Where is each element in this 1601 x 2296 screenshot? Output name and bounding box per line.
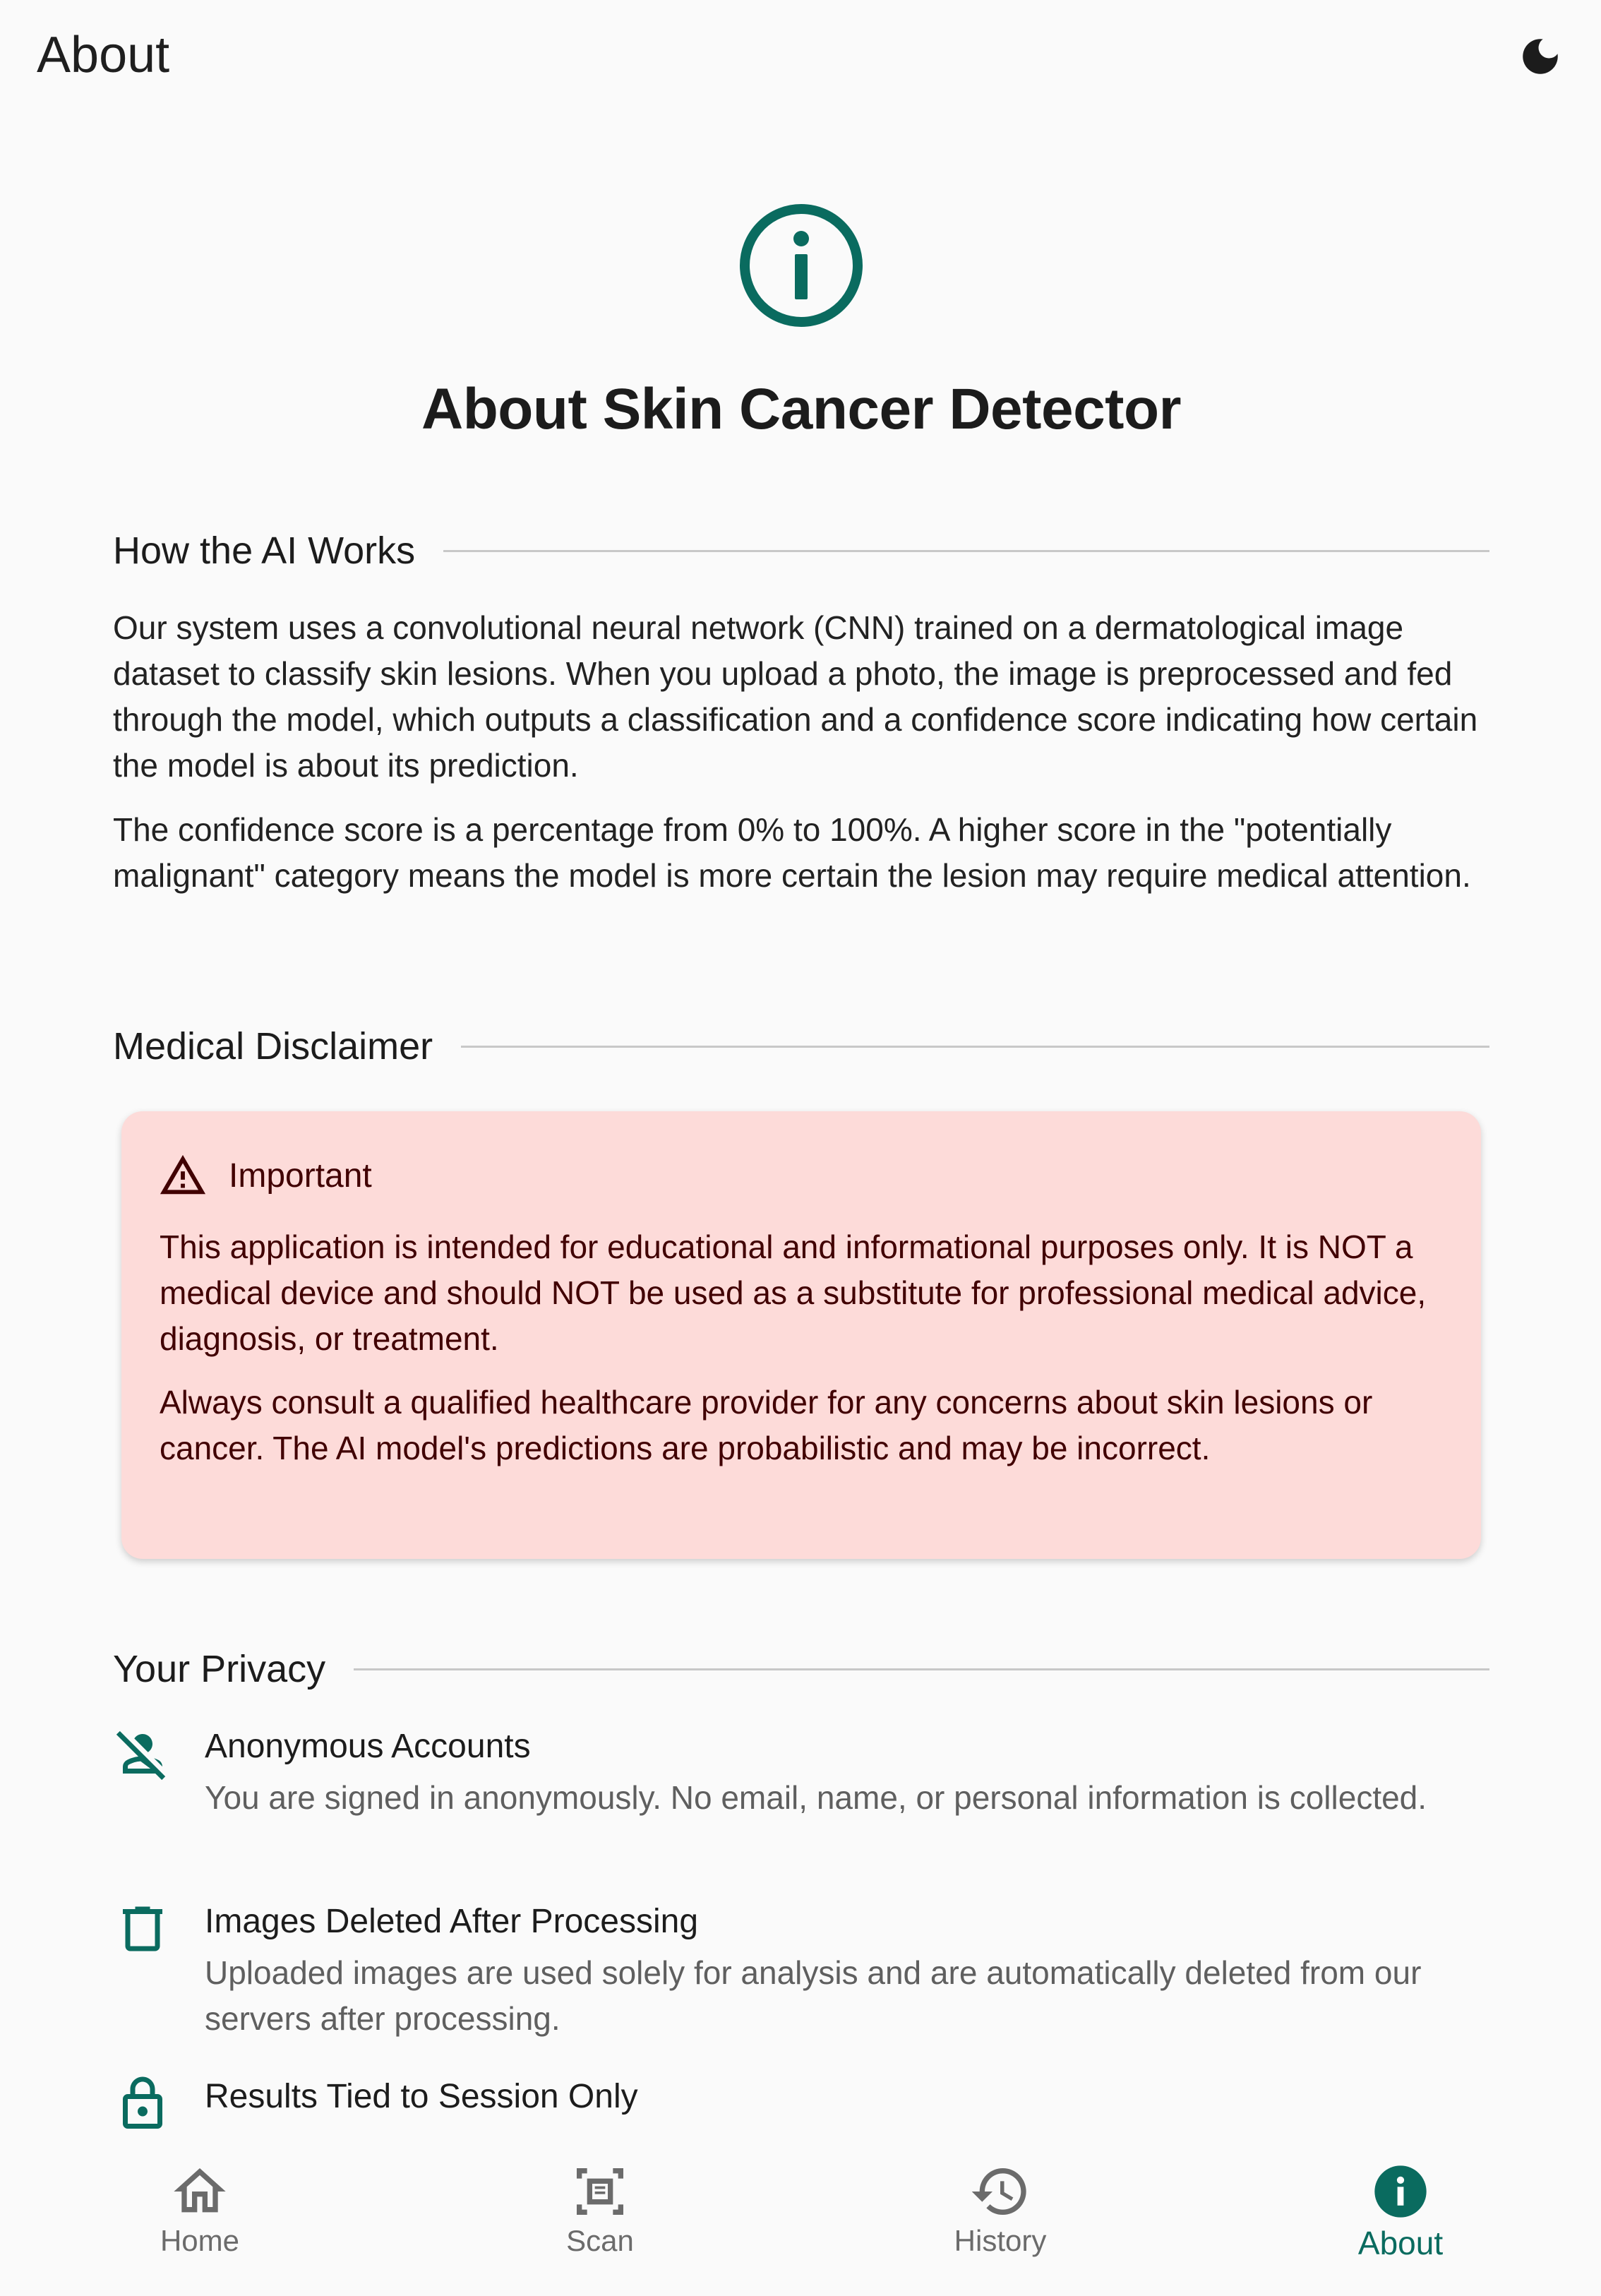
top-app-bar: About (0, 0, 1601, 113)
disclaimer-paragraph: This application is intended for educati… (160, 1228, 1427, 1357)
section-your-privacy: Your Privacy (113, 1641, 1489, 1697)
disclaimer-card: Important This application is intended f… (121, 1111, 1481, 1559)
privacy-item-description: You are signed in anonymously. No email,… (205, 1779, 1427, 1816)
home-icon (174, 2168, 226, 2213)
section-heading: How the AI Works (113, 530, 416, 572)
ai-description-paragraph: Our system uses a convolutional neural n… (113, 609, 1478, 784)
history-icon (971, 2168, 1026, 2215)
privacy-item-title: Anonymous Accounts (205, 1728, 531, 1765)
theme-toggle-button[interactable] (1511, 27, 1570, 86)
nav-label: History (954, 2224, 1047, 2257)
privacy-item-session-results: Results Tied to Session Only (113, 2074, 1489, 2132)
section-heading: Medical Disclaimer (113, 1025, 433, 1068)
disclaimer-card-header: Important (158, 1151, 372, 1200)
lock-icon (123, 2076, 162, 2129)
info-icon (1374, 2165, 1427, 2218)
section-divider (461, 1045, 1489, 1048)
person-off-icon (116, 1730, 166, 1781)
section-divider (443, 549, 1489, 552)
privacy-item-title: Images Deleted After Processing (205, 1903, 699, 1940)
privacy-item-images-deleted: Images Deleted After Processing Uploaded… (113, 1899, 1489, 2037)
nav-item-about[interactable]: About (1295, 2146, 1506, 2273)
section-divider (354, 1668, 1489, 1670)
page-title: About (37, 27, 170, 83)
nav-item-home[interactable]: Home (94, 2146, 306, 2273)
nav-label: About (1357, 2225, 1444, 2261)
nav-item-history[interactable]: History (894, 2146, 1106, 2273)
confidence-score-paragraph: The confidence score is a percentage fro… (113, 811, 1471, 894)
bottom-navigation-bar: Home Scan History About (0, 2132, 1601, 2296)
privacy-item-description: Uploaded images are used solely for anal… (205, 1954, 1422, 2037)
nav-item-scan[interactable]: Scan (494, 2146, 706, 2273)
privacy-item-anonymous: Anonymous Accounts You are signed in ano… (113, 1724, 1489, 1858)
section-how-ai-works: How the AI Works (113, 522, 1489, 579)
section-heading: Your Privacy (113, 1648, 326, 1690)
info-circle-icon (740, 204, 863, 327)
nav-label: Home (160, 2224, 240, 2257)
nav-label: Scan (566, 2224, 634, 2257)
scan-icon (577, 2168, 623, 2215)
section-medical-disclaimer: Medical Disclaimer (113, 1018, 1489, 1075)
moon-icon (1523, 39, 1558, 74)
about-heading: About Skin Cancer Detector (421, 377, 1181, 441)
disclaimer-card-title: Important (229, 1156, 372, 1195)
content-scroll-area[interactable]: About Skin Cancer Detector How the AI Wo… (0, 113, 1601, 2132)
disclaimer-paragraph: Always consult a qualified healthcare pr… (160, 1384, 1373, 1466)
trash-icon (123, 1906, 162, 1951)
privacy-item-title: Results Tied to Session Only (205, 2078, 638, 2115)
warning-triangle-icon (160, 1154, 206, 1195)
